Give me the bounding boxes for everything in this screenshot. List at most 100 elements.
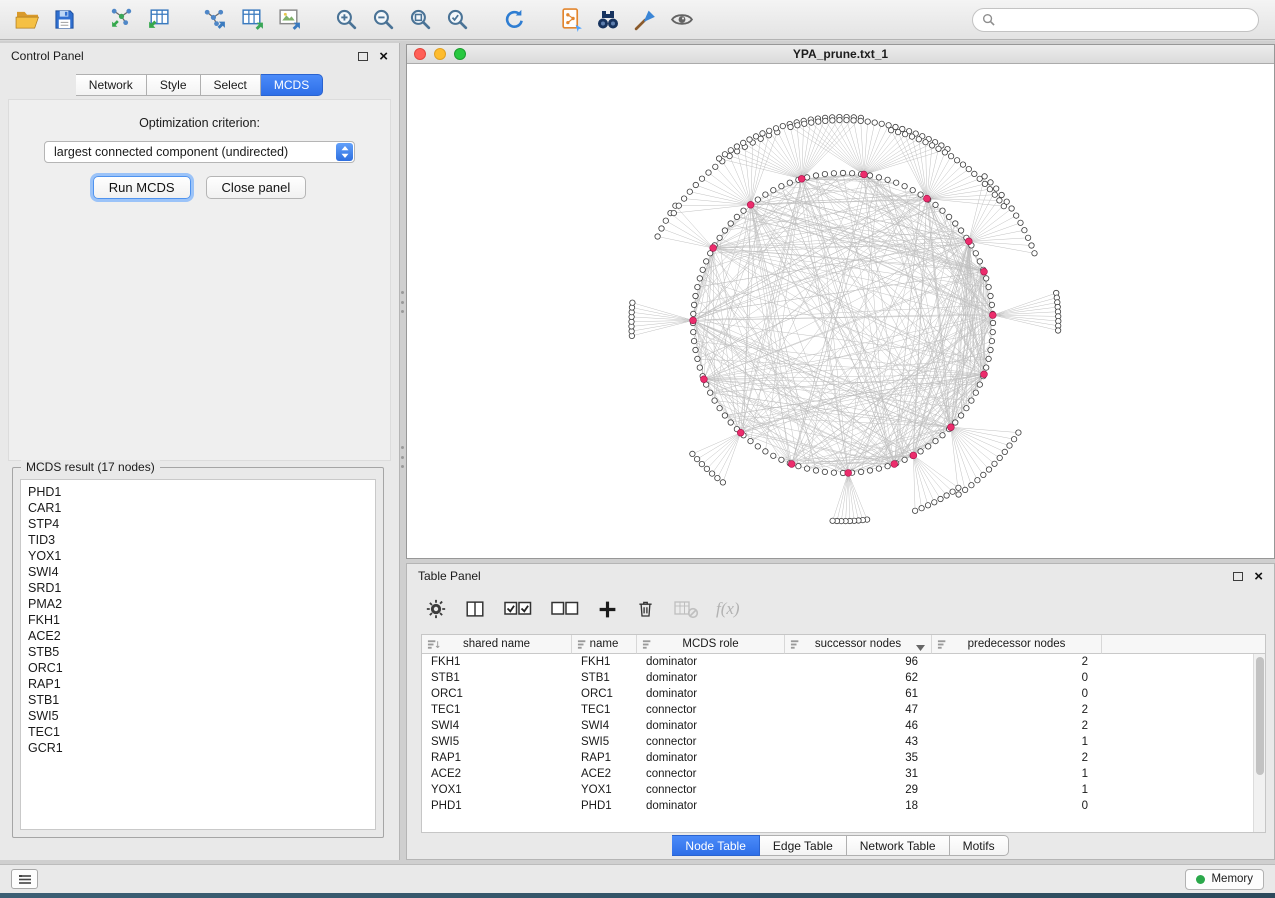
float-panel-icon[interactable] [358, 52, 368, 61]
float-table-panel-icon[interactable] [1233, 572, 1243, 581]
mcds-result-item[interactable]: YOX1 [28, 548, 368, 564]
table-toolbar: f(x) [407, 588, 1274, 630]
table-settings-button[interactable] [425, 595, 447, 623]
cell-successor-nodes: 18 [785, 800, 932, 812]
search-input[interactable] [1000, 13, 1249, 27]
export-network-button[interactable] [200, 5, 230, 35]
table-row[interactable]: YOX1 YOX1 connector 29 1 [422, 782, 1253, 798]
mcds-result-item[interactable]: CAR1 [28, 500, 368, 516]
mcds-result-item[interactable]: ORC1 [28, 660, 368, 676]
cell-predecessor-nodes: 1 [932, 768, 1102, 780]
table-panel: Table Panel × [406, 563, 1275, 860]
zoom-out-button[interactable] [368, 5, 398, 35]
close-table-panel-icon[interactable]: × [1254, 569, 1263, 584]
mcds-result-item[interactable]: STB5 [28, 644, 368, 660]
table-row[interactable]: ORC1 ORC1 dominator 61 0 [422, 686, 1253, 702]
mcds-result-item[interactable]: ACE2 [28, 628, 368, 644]
table-row[interactable]: SWI4 SWI4 dominator 46 2 [422, 718, 1253, 734]
column-header-mcds-role[interactable]: MCDS role [637, 635, 785, 654]
cell-mcds-role: dominator [637, 672, 785, 684]
create-column-button[interactable] [597, 595, 618, 623]
mcds-result-item[interactable]: PHD1 [28, 484, 368, 500]
mcds-result-item[interactable]: STB1 [28, 692, 368, 708]
memory-button[interactable]: Memory [1185, 869, 1264, 890]
app-window: Control Panel × NetworkStyleSelectMCDS O… [0, 0, 1275, 893]
memory-label: Memory [1211, 873, 1253, 885]
zoom-in-button[interactable] [331, 5, 361, 35]
save-icon [54, 9, 75, 30]
refresh-layout-button[interactable] [499, 5, 529, 35]
criterion-select[interactable]: largest connected component (undirected) [44, 141, 355, 163]
table-row[interactable]: PHD1 PHD1 dominator 18 0 [422, 798, 1253, 814]
table-tab[interactable]: Node Table [672, 835, 760, 856]
mcds-result-title: MCDS result (17 nodes) [21, 460, 160, 474]
cell-name: PHD1 [572, 800, 637, 812]
delete-column-button[interactable] [635, 595, 656, 623]
table-tab[interactable]: Network Table [847, 835, 950, 856]
column-header-predecessor-nodes[interactable]: predecessor nodes [932, 635, 1102, 654]
control-panel-tab[interactable]: Style [147, 74, 201, 96]
delete-table-button-disabled [673, 595, 699, 623]
scrollbar-thumb[interactable] [1256, 657, 1264, 775]
select-all-columns-button[interactable] [503, 595, 533, 623]
run-mcds-button[interactable]: Run MCDS [93, 176, 191, 199]
network-view[interactable] [407, 64, 1274, 558]
import-network-icon [109, 7, 134, 32]
table-row[interactable]: RAP1 RAP1 dominator 35 2 [422, 750, 1253, 766]
mcds-result-item[interactable]: SWI5 [28, 708, 368, 724]
import-network-button[interactable] [106, 5, 136, 35]
mcds-result-item[interactable]: SRD1 [28, 580, 368, 596]
network-document-share-button[interactable] [556, 5, 586, 35]
table-row[interactable]: SWI5 SWI5 connector 43 1 [422, 734, 1253, 750]
mcds-result-item[interactable]: TID3 [28, 532, 368, 548]
window-maximize-button[interactable] [454, 48, 466, 60]
memory-status-icon [1196, 875, 1205, 884]
zoom-selected-button[interactable] [442, 5, 472, 35]
toggle-columns-button[interactable] [464, 595, 486, 623]
mcds-result-item[interactable]: FKH1 [28, 612, 368, 628]
column-header-name[interactable]: name [572, 635, 637, 654]
right-column: YPA_prune.txt_1 Table Panel × [404, 44, 1275, 860]
window-minimize-button[interactable] [434, 48, 446, 60]
open-folder-button[interactable] [12, 5, 42, 35]
columns-icon [464, 598, 486, 620]
close-panel-button[interactable]: Close panel [206, 176, 307, 199]
close-panel-icon[interactable]: × [379, 49, 388, 64]
apply-style-button[interactable] [630, 5, 660, 35]
eye-icon [669, 7, 695, 32]
mcds-result-item[interactable]: SWI4 [28, 564, 368, 580]
unselect-all-columns-button[interactable] [550, 595, 580, 623]
table-scrollbar[interactable] [1253, 654, 1265, 832]
table-row[interactable]: FKH1 FKH1 dominator 96 2 [422, 654, 1253, 670]
control-panel-tab[interactable]: MCDS [261, 74, 323, 96]
mcds-result-item[interactable]: PMA2 [28, 596, 368, 612]
column-header-shared-name[interactable]: shared name [422, 635, 572, 654]
find-neighbors-button[interactable] [593, 5, 623, 35]
mcds-result-item[interactable]: TEC1 [28, 724, 368, 740]
control-panel-tab[interactable]: Select [201, 74, 261, 96]
column-header-successor-nodes[interactable]: successor nodes [785, 635, 932, 654]
cell-name: TEC1 [572, 704, 637, 716]
table-body: FKH1 FKH1 dominator 96 2 STB1 [422, 654, 1253, 832]
cell-shared-name: ACE2 [422, 768, 572, 780]
mcds-result-item[interactable]: RAP1 [28, 676, 368, 692]
search-box[interactable] [972, 8, 1259, 32]
save-session-button[interactable] [49, 5, 79, 35]
table-row[interactable]: ACE2 ACE2 connector 31 1 [422, 766, 1253, 782]
cell-shared-name: SWI5 [422, 736, 572, 748]
table-row[interactable]: STB1 STB1 dominator 62 0 [422, 670, 1253, 686]
panel-menu-button[interactable] [11, 869, 38, 889]
table-tab[interactable]: Edge Table [760, 835, 847, 856]
show-hide-button[interactable] [667, 5, 697, 35]
network-document-icon [560, 7, 583, 32]
control-panel-tab[interactable]: Network [76, 74, 147, 96]
zoom-fit-button[interactable] [405, 5, 435, 35]
table-tab[interactable]: Motifs [950, 835, 1009, 856]
import-table-button[interactable] [143, 5, 173, 35]
export-table-button[interactable] [237, 5, 267, 35]
mcds-result-item[interactable]: STP4 [28, 516, 368, 532]
mcds-result-item[interactable]: GCR1 [28, 740, 368, 756]
export-image-button[interactable] [274, 5, 304, 35]
table-row[interactable]: TEC1 TEC1 connector 47 2 [422, 702, 1253, 718]
window-close-button[interactable] [414, 48, 426, 60]
